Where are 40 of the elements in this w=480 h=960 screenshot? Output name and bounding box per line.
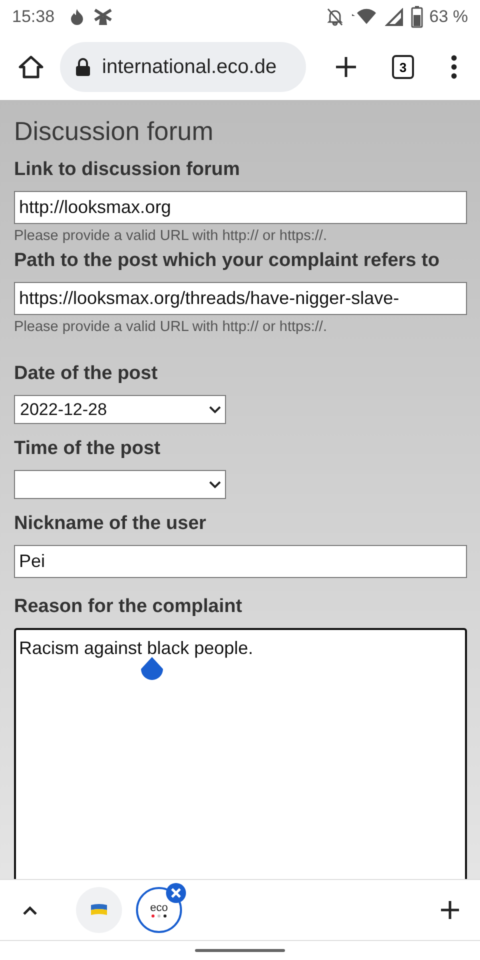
home-handle[interactable] — [195, 949, 285, 952]
menu-icon[interactable] — [450, 55, 458, 79]
input-field[interactable]: Pei — [14, 545, 467, 578]
address-bar[interactable]: international.eco.de — [60, 42, 306, 92]
close-icon[interactable] — [166, 883, 186, 903]
plus-icon[interactable] — [440, 900, 460, 920]
status-time: 15:38 — [12, 7, 55, 27]
windmill-icon — [92, 8, 113, 26]
input-field[interactable]: http://looksmax.org — [14, 191, 467, 224]
field-label: Path to the post which your complaint refers to — [14, 250, 440, 272]
input-field[interactable]: https://looksmax.org/threads/have-nigger-slave- — [14, 282, 467, 315]
section-heading: Discussion forum — [14, 116, 214, 147]
field-label: Reason for the complaint — [14, 596, 244, 618]
dots-icon — [151, 914, 167, 918]
wifi-icon — [351, 8, 378, 26]
flame-icon — [68, 8, 85, 26]
home-icon[interactable] — [18, 54, 44, 80]
plus-icon[interactable] — [334, 55, 358, 79]
field-label: Time of the post — [14, 438, 162, 460]
flag-icon — [91, 904, 107, 916]
logo-text: eco — [150, 902, 168, 914]
field-label: Nickname of the user — [14, 513, 208, 535]
text-area[interactable]: Racism against black people. — [14, 628, 467, 879]
field-hint: Please provide a valid URL with http:// or https://. — [14, 228, 328, 244]
battery-percentage: 63 % — [429, 7, 468, 27]
chevron-up-icon[interactable] — [22, 905, 38, 915]
signal-icon — [385, 8, 404, 26]
field-hint: Please provide a valid URL with http:// or https://. — [14, 319, 328, 335]
url-text: international.eco.de — [102, 56, 277, 78]
tab-count-button[interactable]: 3 — [392, 55, 414, 79]
field-label: Link to discussion forum — [14, 159, 241, 181]
dropdown[interactable]: 2022-12-28 — [14, 395, 226, 424]
lock-icon — [76, 58, 90, 76]
tab-button[interactable] — [76, 887, 122, 933]
battery-icon — [411, 6, 424, 28]
caret-icon — [209, 406, 221, 414]
muted-bell-icon — [327, 8, 344, 26]
dropdown[interactable] — [14, 470, 226, 499]
field-label: Date of the post — [14, 363, 159, 385]
caret-icon — [209, 480, 221, 488]
